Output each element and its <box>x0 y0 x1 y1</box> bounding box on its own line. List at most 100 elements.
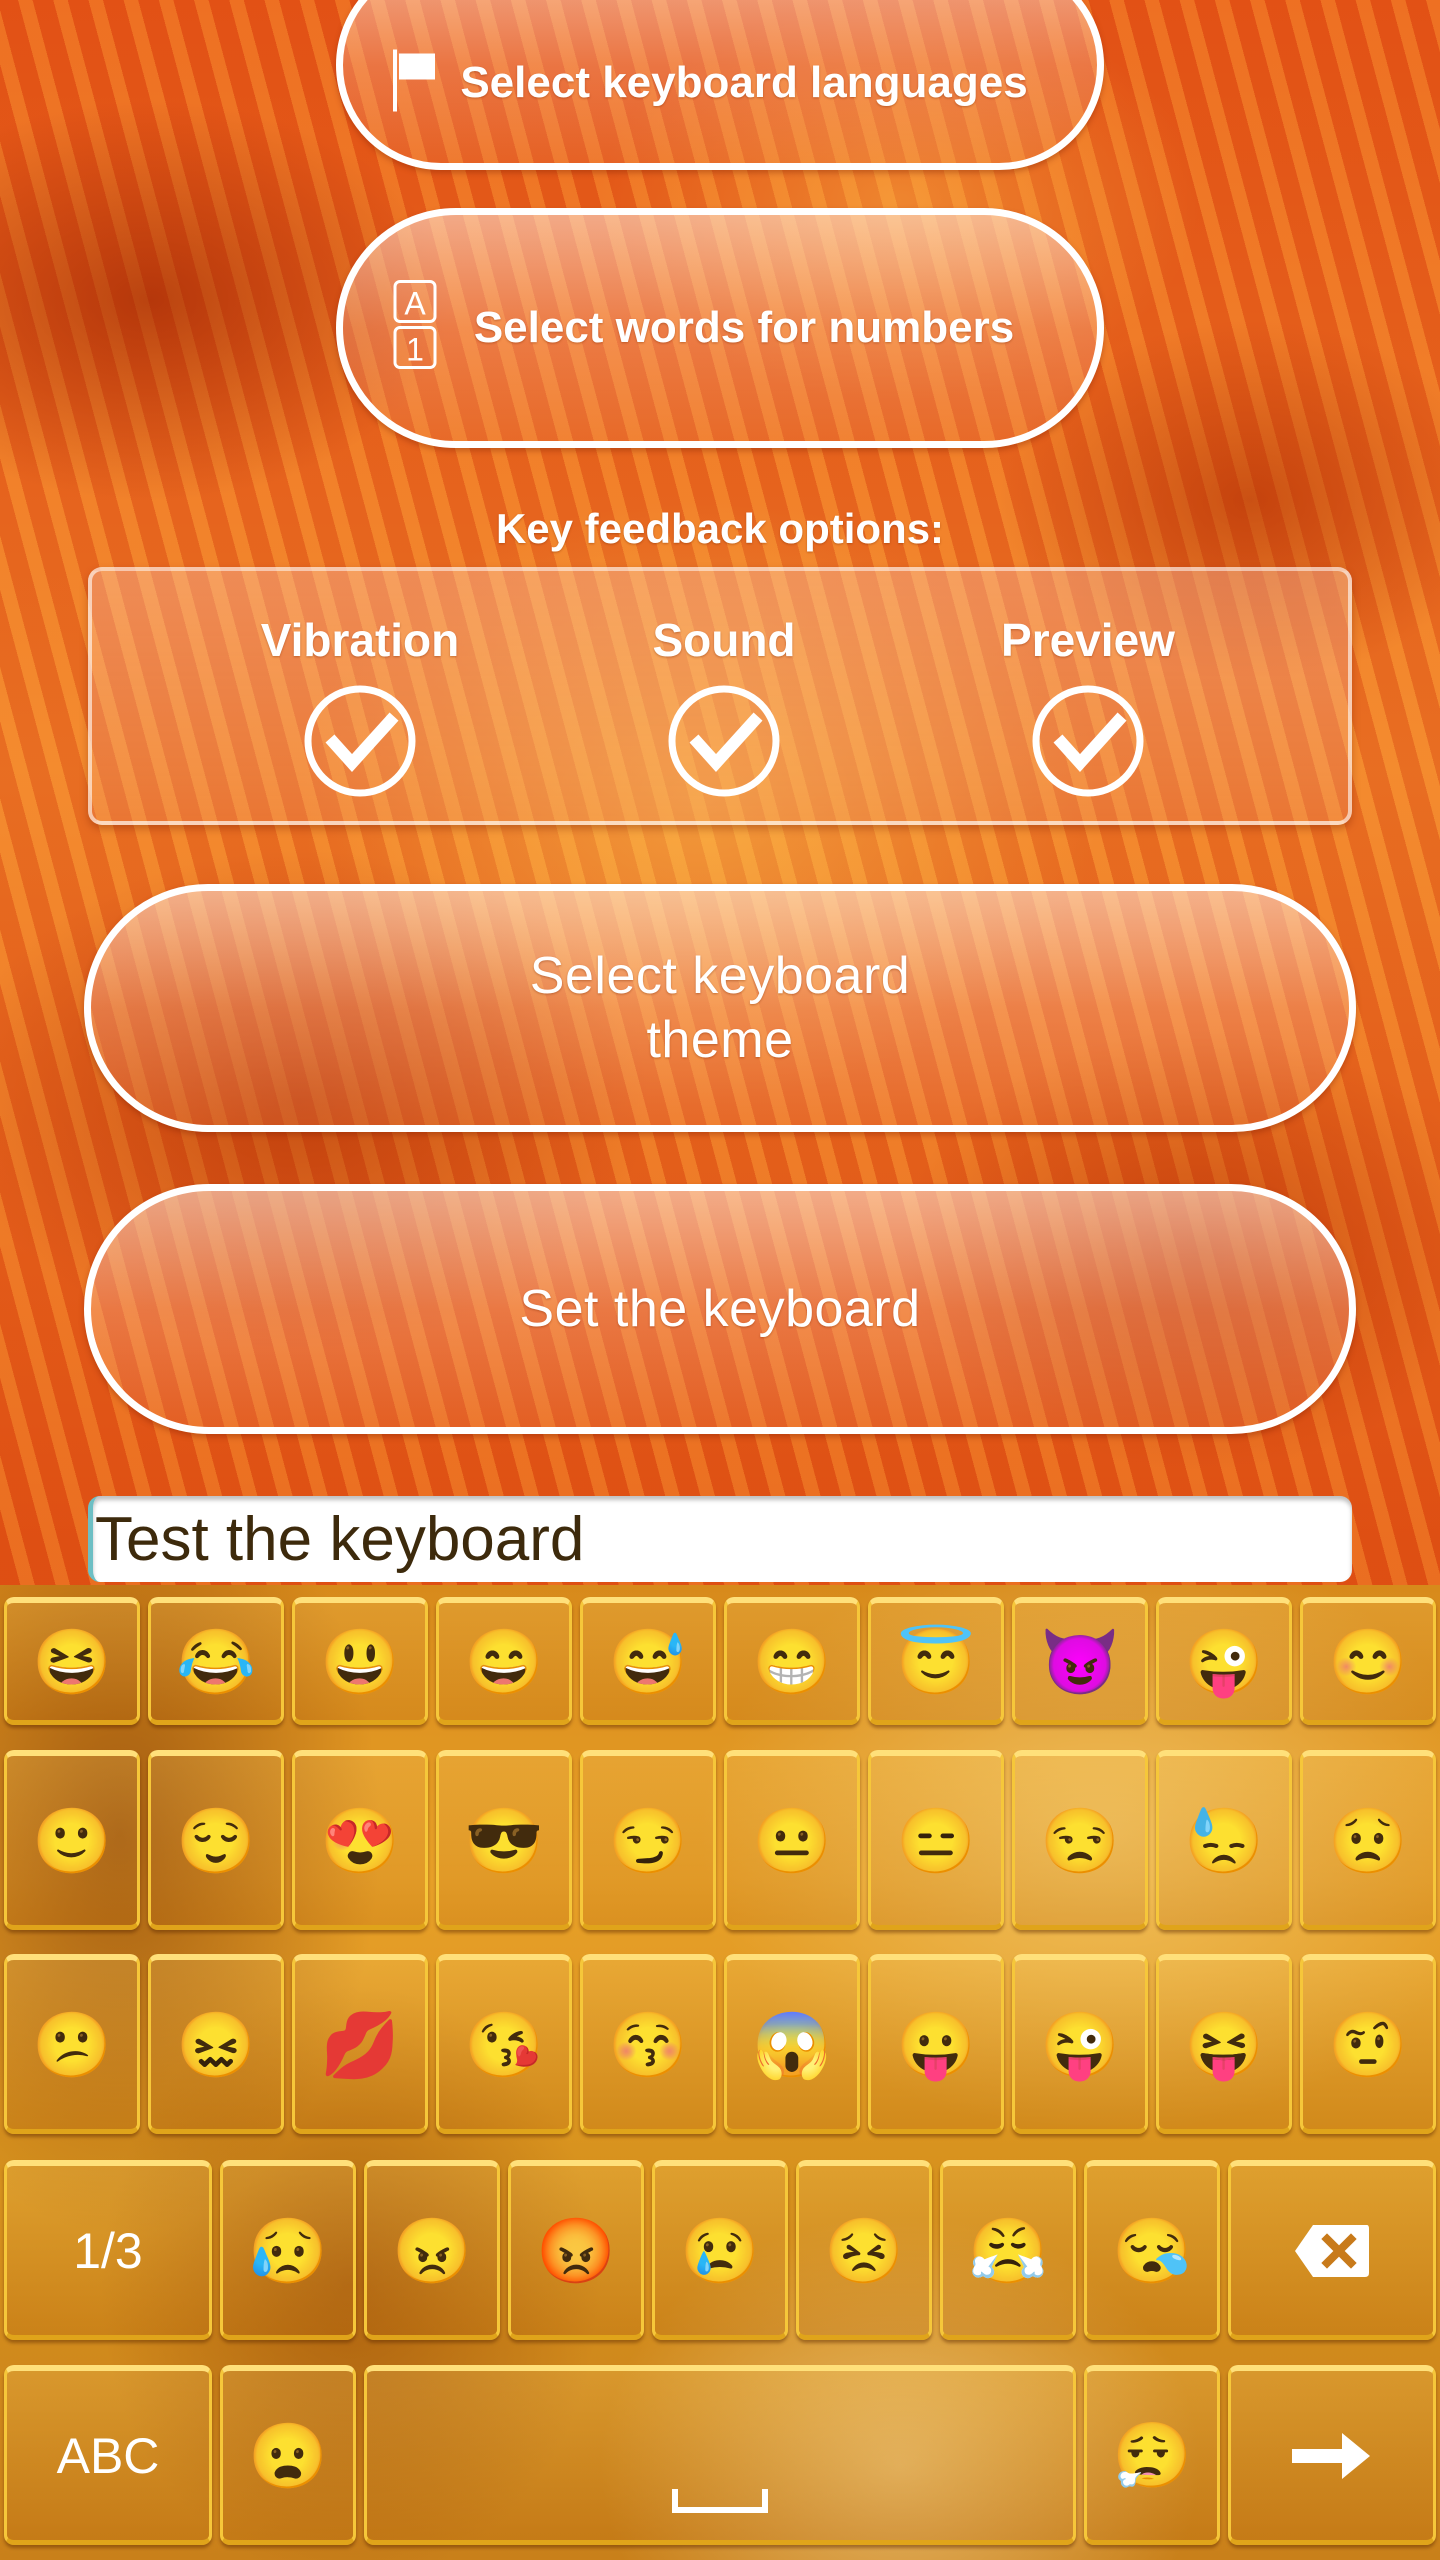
vibration-checkbox-icon[interactable] <box>302 683 418 799</box>
key-feedback-panel: Vibration Sound Preview <box>88 567 1352 825</box>
emoji-key[interactable]: 😂 <box>148 1597 284 1725</box>
svg-text:A: A <box>404 286 426 322</box>
emoji-key[interactable]: 😐 <box>724 1750 860 1930</box>
emoji-glyph: 😊 <box>1328 1625 1408 1698</box>
sound-option[interactable]: Sound <box>574 571 874 829</box>
emoji-glyph: 😤 <box>968 2214 1048 2287</box>
emoji-key[interactable]: 🙂 <box>4 1750 140 1930</box>
emoji-key[interactable]: 😱 <box>724 1954 860 2134</box>
emoji-key[interactable]: 😈 <box>1012 1597 1148 1725</box>
emoji-key[interactable]: 🤨 <box>1300 1954 1436 2134</box>
emoji-key[interactable]: 💋 <box>292 1954 428 2134</box>
emoji-glyph: 😓 <box>1184 1804 1264 1877</box>
emoji-glyph: 😦 <box>248 2419 328 2492</box>
select-keyboard-theme-button[interactable]: Select keyboard theme <box>84 884 1356 1132</box>
abc-key[interactable]: ABC <box>4 2365 212 2545</box>
emoji-key[interactable]: 😇 <box>868 1597 1004 1725</box>
emoji-glyph: 😂 <box>176 1625 256 1698</box>
preview-option[interactable]: Preview <box>938 571 1238 829</box>
emoji-key[interactable]: 😎 <box>436 1750 572 1930</box>
emoji-key[interactable]: 😄 <box>436 1597 572 1725</box>
delete-key[interactable] <box>1228 2160 1436 2340</box>
emoji-key[interactable]: 😅 <box>580 1597 716 1725</box>
vibration-option[interactable]: Vibration <box>210 571 510 829</box>
emoji-glyph: 😘 <box>464 2008 544 2081</box>
emoji-key[interactable]: 😥 <box>220 2160 356 2340</box>
a-1-keys-icon: A 1 <box>393 280 437 377</box>
emoji-glyph: 😢 <box>680 2214 760 2287</box>
sound-label: Sound <box>652 614 796 666</box>
svg-text:1: 1 <box>406 332 424 368</box>
emoji-key[interactable]: 😮‍💨 <box>1084 2365 1220 2545</box>
emoji-key[interactable]: 😛 <box>868 1954 1004 2134</box>
emoji-key[interactable]: 😦 <box>220 2365 356 2545</box>
emoji-glyph: 😍 <box>320 1804 400 1877</box>
select-words-for-numbers-button[interactable]: A 1 Select words for numbers <box>336 208 1104 448</box>
emoji-key[interactable]: 😁 <box>724 1597 860 1725</box>
preview-checkbox-icon[interactable] <box>1030 683 1146 799</box>
abc-label: ABC <box>56 2427 160 2484</box>
emoji-key[interactable]: 😜 <box>1012 1954 1148 2134</box>
enter-key[interactable] <box>1228 2365 1436 2545</box>
emoji-key[interactable]: 😟 <box>1300 1750 1436 1930</box>
emoji-glyph: 😏 <box>608 1804 688 1877</box>
emoji-glyph: 😅 <box>608 1625 688 1698</box>
emoji-glyph: 😝 <box>1184 2008 1264 2081</box>
emoji-keyboard: 😆 😂 😃 😄 😅 😁 😇 😈 😜 😊 🙂 😌 😍 😎 😏 😐 😑 😒 😓 😟 … <box>0 1585 1440 2560</box>
emoji-key[interactable]: 😚 <box>580 1954 716 2134</box>
select-keyboard-languages-label: Select keyboard languages <box>460 58 1028 107</box>
emoji-key[interactable]: 😢 <box>652 2160 788 2340</box>
emoji-key[interactable]: 😤 <box>940 2160 1076 2340</box>
emoji-key[interactable]: 😑 <box>868 1750 1004 1930</box>
emoji-glyph: 😱 <box>752 2008 832 2081</box>
theme-label-line2: theme <box>646 1011 794 1069</box>
emoji-glyph: 😃 <box>320 1625 400 1698</box>
emoji-glyph: 😎 <box>464 1804 544 1877</box>
emoji-key[interactable]: 😃 <box>292 1597 428 1725</box>
emoji-key[interactable]: 😡 <box>508 2160 644 2340</box>
emoji-key[interactable]: 😠 <box>364 2160 500 2340</box>
emoji-key[interactable]: 😒 <box>1012 1750 1148 1930</box>
emoji-glyph: 🙂 <box>32 1804 112 1877</box>
emoji-key[interactable]: 😖 <box>148 1954 284 2134</box>
emoji-glyph: 😁 <box>752 1625 832 1698</box>
emoji-key[interactable]: 😜 <box>1156 1597 1292 1725</box>
emoji-key[interactable]: 😌 <box>148 1750 284 1930</box>
space-key[interactable] <box>364 2365 1076 2545</box>
emoji-key[interactable]: 😍 <box>292 1750 428 1930</box>
emoji-glyph: 😠 <box>392 2214 472 2287</box>
preview-label: Preview <box>1001 614 1175 666</box>
emoji-key[interactable]: 😊 <box>1300 1597 1436 1725</box>
emoji-glyph: 😪 <box>1112 2214 1192 2287</box>
emoji-glyph: 🤨 <box>1328 2008 1408 2081</box>
emoji-glyph: 😐 <box>752 1804 832 1877</box>
test-keyboard-text: Test the keyboard <box>95 1504 585 1574</box>
arrow-right-icon <box>1292 2432 1370 2479</box>
sound-checkbox-icon[interactable] <box>666 683 782 799</box>
emoji-glyph: 😌 <box>176 1804 256 1877</box>
emoji-key[interactable]: 😪 <box>1084 2160 1220 2340</box>
emoji-key[interactable]: 😕 <box>4 1954 140 2134</box>
emoji-key[interactable]: 😏 <box>580 1750 716 1930</box>
emoji-glyph: 😑 <box>896 1804 976 1877</box>
emoji-key[interactable]: 😆 <box>4 1597 140 1725</box>
emoji-key[interactable]: 😝 <box>1156 1954 1292 2134</box>
vibration-label: Vibration <box>260 614 460 666</box>
emoji-glyph: 😄 <box>464 1625 544 1698</box>
test-keyboard-input[interactable]: Test the keyboard <box>88 1496 1352 1582</box>
emoji-glyph: 😖 <box>176 2008 256 2081</box>
emoji-glyph: 😟 <box>1328 1804 1408 1877</box>
select-keyboard-languages-button[interactable]: Select keyboard languages <box>336 0 1104 170</box>
page-indicator-key[interactable]: 1/3 <box>4 2160 212 2340</box>
set-the-keyboard-button[interactable]: Set the keyboard <box>84 1184 1356 1434</box>
emoji-glyph: 😛 <box>896 2008 976 2081</box>
emoji-key[interactable]: 😘 <box>436 1954 572 2134</box>
space-icon <box>672 2488 768 2513</box>
emoji-glyph: 😜 <box>1040 2008 1120 2081</box>
emoji-glyph: 😒 <box>1040 1804 1120 1877</box>
emoji-glyph: 😜 <box>1184 1625 1264 1698</box>
emoji-key[interactable]: 😓 <box>1156 1750 1292 1930</box>
emoji-key[interactable]: 😣 <box>796 2160 932 2340</box>
emoji-glyph: 😈 <box>1040 1625 1120 1698</box>
emoji-glyph: 😥 <box>248 2214 328 2287</box>
